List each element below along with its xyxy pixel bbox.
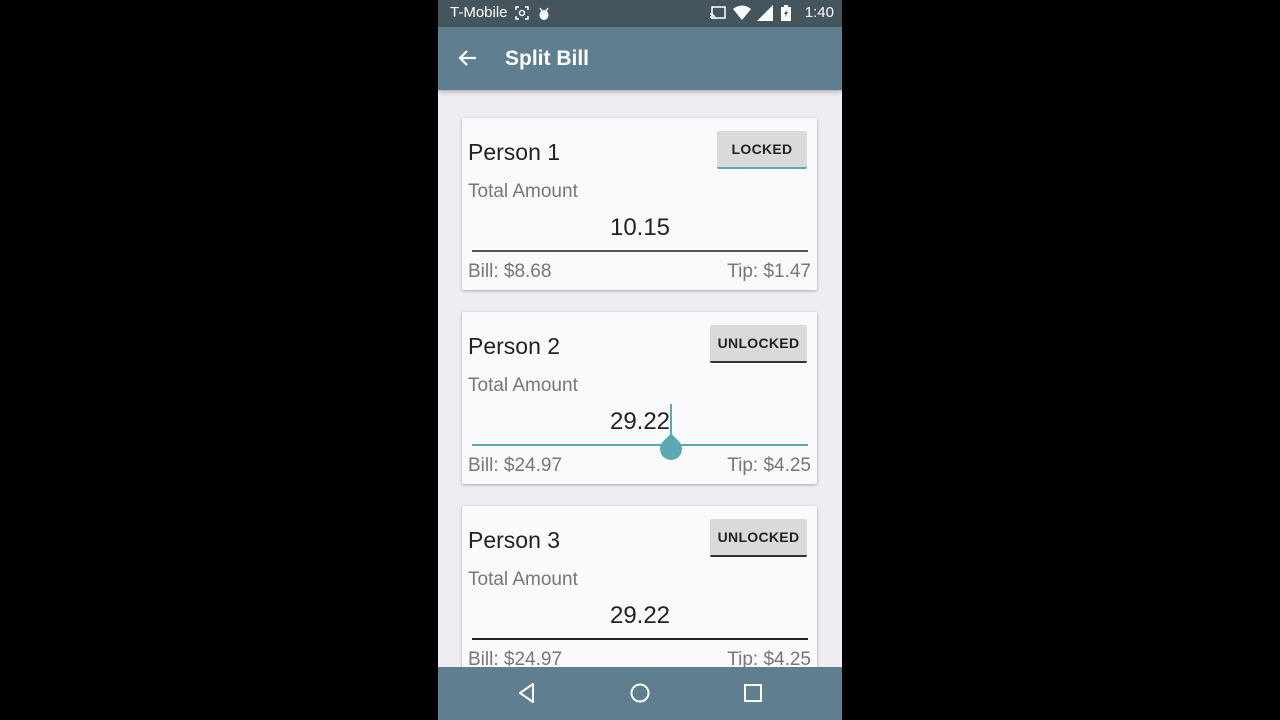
carrier-label: T-Mobile xyxy=(450,4,508,21)
back-triangle-icon xyxy=(519,683,534,703)
tip-amount: Tip: $4.25 xyxy=(727,455,811,476)
person-card-3: Person 3 UNLOCKED Total Amount 29.22 Bil… xyxy=(462,506,817,667)
phone-screen: T-Mobile 1:40 Split Bill Person 1 LOCKED… xyxy=(438,0,842,720)
amount-underline xyxy=(472,444,808,446)
amount-field[interactable]: 29.22 xyxy=(472,402,808,465)
bill-amount: Bill: $24.97 xyxy=(468,649,563,667)
tip-amount: Tip: $1.47 xyxy=(727,261,811,282)
battery-charging-icon xyxy=(780,4,797,21)
back-button[interactable] xyxy=(456,46,480,70)
tip-amount: Tip: $4.25 xyxy=(727,649,811,667)
cursor-handle[interactable] xyxy=(655,433,687,465)
lock-toggle-button[interactable]: UNLOCKED xyxy=(710,519,807,557)
bill-amount: Bill: $24.97 xyxy=(468,455,563,476)
arrow-back-icon xyxy=(458,50,476,66)
status-bar: T-Mobile 1:40 xyxy=(438,0,842,27)
status-right: 1:40 xyxy=(709,4,834,21)
amount-value: 29.22 xyxy=(609,602,671,629)
android-debug-icon xyxy=(536,5,552,21)
person-list[interactable]: Person 1 LOCKED Total Amount 10.15 Bill:… xyxy=(438,90,842,667)
app-title: Split Bill xyxy=(505,47,589,70)
wifi-icon xyxy=(732,5,751,21)
amount-value: 29.22 xyxy=(609,408,671,435)
total-amount-label: Total Amount xyxy=(468,375,578,396)
lock-toggle-button[interactable]: LOCKED xyxy=(717,131,807,169)
clock-label: 1:40 xyxy=(804,4,834,21)
home-circle-icon xyxy=(630,683,650,703)
cast-icon xyxy=(709,5,726,21)
amount-field[interactable]: 10.15 xyxy=(472,208,808,252)
person-name: Person 2 xyxy=(468,333,561,359)
app-bar: Split Bill xyxy=(438,27,842,90)
nav-recents-button[interactable] xyxy=(741,681,765,705)
person-name: Person 1 xyxy=(468,139,561,165)
navigation-bar xyxy=(438,667,842,720)
nav-back-button[interactable] xyxy=(515,681,539,705)
bill-amount: Bill: $8.68 xyxy=(468,261,552,282)
amount-value: 10.15 xyxy=(609,214,671,241)
screenshot-icon xyxy=(514,5,530,21)
signal-icon xyxy=(756,4,773,21)
lock-toggle-button[interactable]: UNLOCKED xyxy=(710,325,807,363)
total-amount-label: Total Amount xyxy=(468,181,578,202)
status-left: T-Mobile xyxy=(450,4,552,21)
person-card-1: Person 1 LOCKED Total Amount 10.15 Bill:… xyxy=(462,118,817,290)
total-amount-label: Total Amount xyxy=(468,569,578,590)
nav-home-button[interactable] xyxy=(628,681,652,705)
recents-square-icon xyxy=(744,684,762,702)
person-card-2: Person 2 UNLOCKED Total Amount 29.22 Bil… xyxy=(462,312,817,484)
amount-underline xyxy=(472,638,808,640)
amount-field[interactable]: 29.22 xyxy=(472,596,808,640)
amount-underline xyxy=(472,250,808,252)
person-name: Person 3 xyxy=(468,527,561,553)
